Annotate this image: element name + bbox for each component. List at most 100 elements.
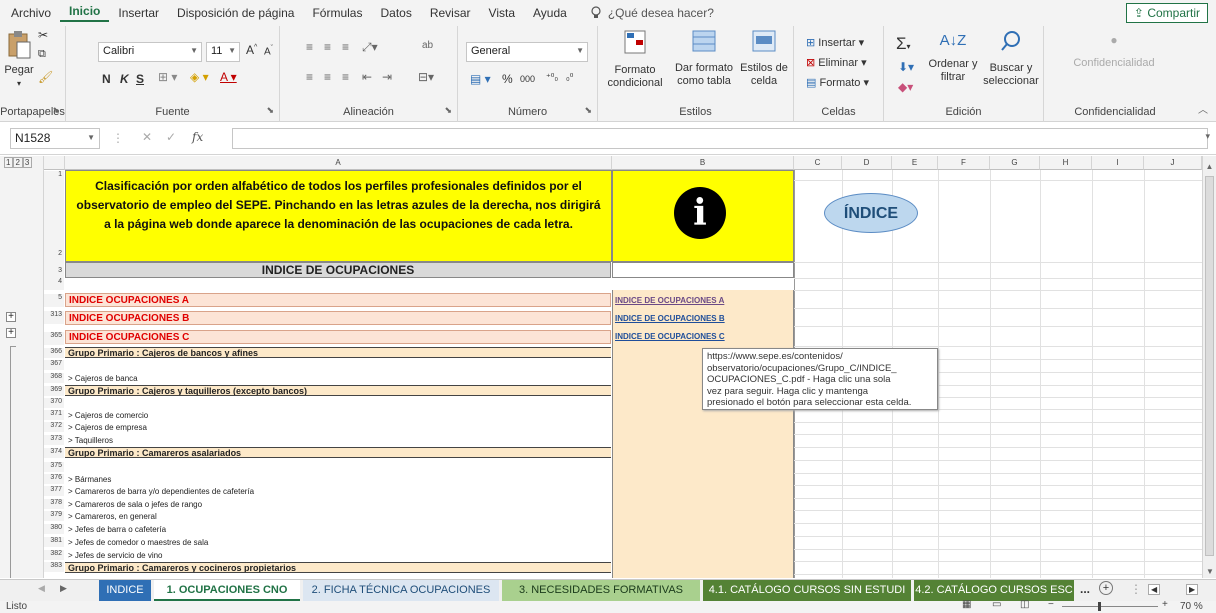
cell-styles-button[interactable]: Estilos de celda	[738, 30, 790, 88]
underline-button[interactable]: S	[136, 72, 144, 86]
col-header-a[interactable]: A	[65, 156, 612, 170]
font-name-combo[interactable]: Calibri ▼	[98, 42, 202, 62]
decrease-decimal-icon[interactable]: ₀⁰	[566, 72, 573, 83]
col-header-d[interactable]: D	[842, 156, 892, 170]
format-table-button[interactable]: Dar formato como tabla	[674, 30, 734, 88]
align-middle-icon[interactable]: ≡	[324, 40, 331, 54]
row-header[interactable]: 368	[44, 373, 64, 383]
row-header[interactable]: 378	[44, 499, 64, 509]
fill-icon[interactable]: ⬇▾	[898, 60, 914, 74]
expand-c-icon[interactable]: +	[6, 328, 16, 338]
menu-archivo[interactable]: Archivo	[2, 6, 60, 20]
menu-insertar[interactable]: Insertar	[109, 6, 168, 20]
list-item[interactable]: > Cajeros de empresa	[65, 422, 611, 433]
row-header[interactable]: 2	[44, 180, 64, 262]
increase-indent-icon[interactable]: ⇥	[382, 70, 392, 84]
hscroll-left-icon[interactable]: ◀	[1148, 584, 1161, 595]
add-sheet-button[interactable]: +	[1099, 581, 1113, 595]
italic-button[interactable]: K	[120, 72, 129, 86]
row-header[interactable]: 313	[44, 311, 64, 324]
row-header[interactable]: 374	[44, 448, 64, 458]
worksheet-grid[interactable]: 123 + + A B C D E F G H I J 1 2 3 4 5 31…	[0, 156, 1216, 578]
tell-me[interactable]: ¿Qué desea hacer?	[590, 6, 714, 20]
col-header-c[interactable]: C	[794, 156, 842, 170]
more-tabs-button[interactable]: ...	[1080, 582, 1090, 596]
list-item[interactable]: > Bármanes	[65, 474, 611, 485]
decrease-indent-icon[interactable]: ⇤	[362, 70, 372, 84]
menu-inicio[interactable]: Inicio	[60, 4, 110, 22]
link-indice-b[interactable]: INDICE DE OCUPACIONES B	[612, 314, 793, 323]
format-painter-icon[interactable]: 🖌	[38, 70, 53, 84]
link-indice-a[interactable]: INDICE DE OCUPACIONES A	[612, 296, 793, 305]
enter-icon[interactable]: ✓	[166, 130, 176, 144]
bold-button[interactable]: N	[102, 72, 111, 86]
clear-icon[interactable]: ◆▾	[898, 80, 913, 94]
align-top-icon[interactable]: ≡	[306, 40, 313, 54]
autosum-icon[interactable]: Σ▾	[896, 34, 911, 54]
row-header[interactable]: 370	[44, 398, 64, 408]
row-header[interactable]: 369	[44, 386, 64, 396]
currency-icon[interactable]: ▤ ▾	[470, 72, 491, 86]
row-header[interactable]: 366	[44, 348, 64, 358]
col-header-g[interactable]: G	[990, 156, 1040, 170]
zoom-level[interactable]: 70 %	[1180, 601, 1203, 612]
borders-icon[interactable]: ⊞ ▾	[158, 70, 177, 84]
expand-b-icon[interactable]: +	[6, 312, 16, 322]
vertical-scrollbar[interactable]: ▲ ▼	[1202, 156, 1216, 578]
list-item[interactable]: > Cajeros de comercio	[65, 410, 611, 421]
row-3-b-cell[interactable]	[612, 262, 794, 278]
outline-level-2[interactable]: 2	[13, 157, 23, 168]
menu-vista[interactable]: Vista	[480, 6, 524, 20]
zoom-out-icon[interactable]: −	[1048, 599, 1054, 610]
cancel-icon[interactable]: ✕	[142, 130, 152, 144]
menu-formulas[interactable]: Fórmulas	[303, 6, 371, 20]
align-left-icon[interactable]: ≡	[306, 70, 313, 84]
page-layout-icon[interactable]: ▭	[992, 599, 1001, 610]
alignment-launcher-icon[interactable]: ⬊	[444, 105, 452, 116]
indice-a-cell[interactable]: INDICE OCUPACIONES A	[65, 293, 611, 307]
paste-button[interactable]: Pegar ▾	[4, 30, 34, 90]
menu-datos[interactable]: Datos	[371, 6, 420, 20]
tab-necesidades[interactable]: 3. NECESIDADES FORMATIVAS	[502, 580, 700, 601]
thousands-button[interactable]: 000	[520, 74, 535, 84]
tab-catalogo-esc[interactable]: 4.2. CATÁLOGO CURSOS ESC	[914, 580, 1074, 601]
indice-b-cell[interactable]: INDICE OCUPACIONES B	[65, 311, 611, 325]
list-item[interactable]: > Camareros de sala o jefes de rango	[65, 499, 611, 510]
list-item[interactable]: > Jefes de barra o cafetería	[65, 524, 611, 535]
tab-split-handle[interactable]: ⋮	[1130, 582, 1142, 596]
tab-indice[interactable]: INDICE	[99, 580, 151, 601]
tab-ocupaciones-cno[interactable]: 1. OCUPACIONES CNO	[154, 580, 300, 601]
percent-button[interactable]: %	[502, 72, 513, 86]
indice-title-cell[interactable]: INDICE DE OCUPACIONES	[65, 262, 611, 278]
zoom-in-icon[interactable]: +	[1162, 599, 1168, 610]
row-header[interactable]: 371	[44, 410, 64, 420]
list-item[interactable]: > Cajeros de banca	[65, 373, 611, 384]
wrap-text-icon[interactable]: ab	[422, 40, 433, 51]
conditional-format-button[interactable]: Formato condicional	[606, 30, 664, 90]
row-header[interactable]: 380	[44, 524, 64, 534]
outline-level-3[interactable]: 3	[22, 157, 33, 168]
col-header-j[interactable]: J	[1144, 156, 1202, 170]
row-header[interactable]: 367	[44, 360, 64, 370]
page-break-icon[interactable]: ◫	[1020, 599, 1029, 610]
tab-catalogo-sin-estudios[interactable]: 4.1. CATÁLOGO CURSOS SIN ESTUDI	[703, 580, 911, 601]
align-right-icon[interactable]: ≡	[342, 70, 349, 84]
clipboard-launcher-icon[interactable]: ⬊	[52, 105, 60, 116]
font-size-combo[interactable]: 11 ▼	[206, 42, 240, 62]
sort-filter-button[interactable]: A↓Z Ordenar y filtrar	[928, 30, 978, 84]
list-item[interactable]: > Taquilleros	[65, 435, 611, 446]
paste-dropdown-icon[interactable]: ▾	[4, 77, 34, 90]
orientation-icon[interactable]: ⤢▾	[362, 40, 378, 55]
font-launcher-icon[interactable]: ⬊	[266, 105, 274, 116]
link-indice-c[interactable]: INDICE DE OCUPACIONES C	[612, 332, 793, 341]
row-header[interactable]: 1	[44, 171, 64, 180]
group-row[interactable]: Grupo Primario : Camareros asalariados	[65, 447, 611, 458]
row-header[interactable]: 377	[44, 486, 64, 496]
row-header[interactable]: 372	[44, 422, 64, 432]
row-header[interactable]: 365	[44, 332, 64, 345]
hscroll-right-icon[interactable]: ▶	[1186, 584, 1199, 595]
tab-scroll-right-icon[interactable]: ▶	[60, 583, 67, 594]
insert-cells-button[interactable]: ⊞ Insertar ▾	[806, 36, 864, 49]
menu-disposicion[interactable]: Disposición de página	[168, 6, 303, 20]
zoom-slider[interactable]	[1062, 606, 1158, 607]
